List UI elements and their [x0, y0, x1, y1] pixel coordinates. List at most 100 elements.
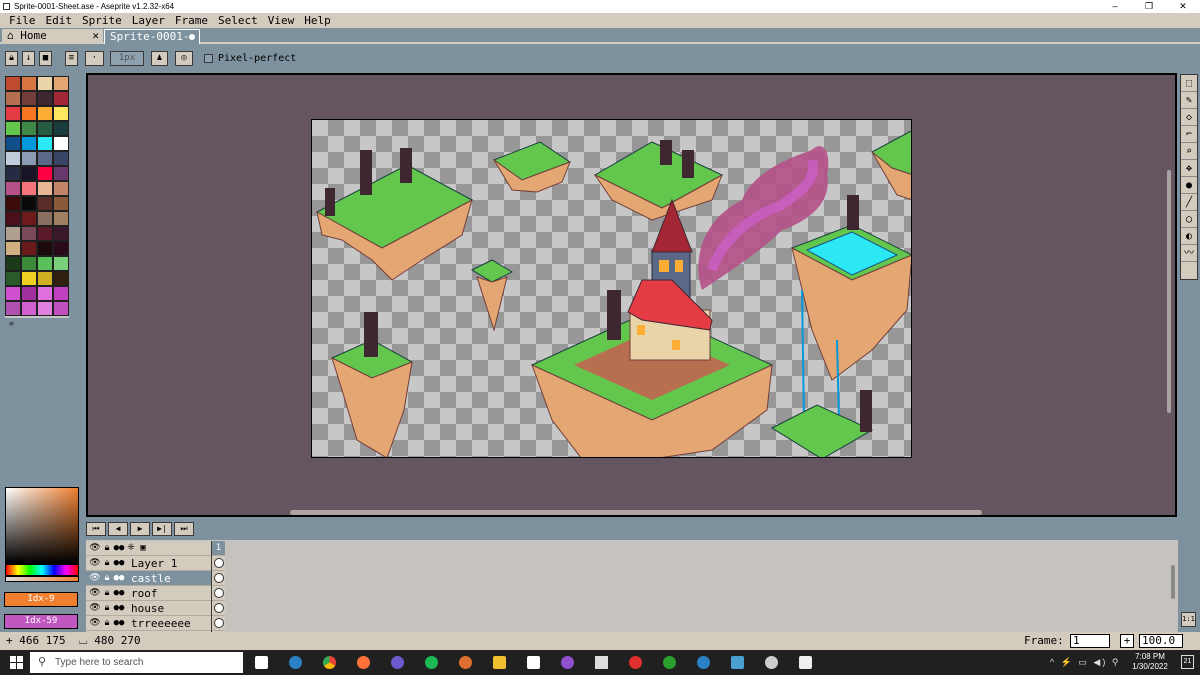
windows-start-icon[interactable] [10, 656, 23, 669]
palette-swatch[interactable] [37, 241, 53, 256]
ellipse-icon[interactable]: ◯ [1181, 211, 1197, 228]
tab-close-icon[interactable]: ✕ [92, 29, 99, 43]
menu-file[interactable]: File [4, 13, 41, 28]
square-brush-icon[interactable]: ■ [39, 51, 52, 66]
palette-swatch[interactable] [5, 196, 21, 211]
app-icon[interactable] [556, 652, 579, 673]
group-icon[interactable]: ▣ [137, 543, 149, 553]
palette-swatch[interactable] [5, 91, 21, 106]
eye-icon[interactable]: 👁︎ [89, 588, 101, 598]
palette-swatch[interactable] [5, 106, 21, 121]
palette-swatch[interactable] [37, 226, 53, 241]
bucket-icon[interactable]: ● [1181, 177, 1197, 194]
layer-row[interactable]: 👁︎ 🔒︎ ●● trreeeeee [86, 616, 211, 631]
palette-swatch[interactable] [53, 166, 69, 181]
task-view-icon[interactable] [250, 652, 273, 673]
continuous-icon[interactable]: ●● [113, 573, 125, 583]
app-icon[interactable] [726, 652, 749, 673]
palette-swatch[interactable] [21, 256, 37, 271]
palette-swatch[interactable] [37, 121, 53, 136]
cel[interactable] [212, 616, 225, 631]
palette-swatch[interactable] [53, 271, 69, 286]
color-palette[interactable] [5, 76, 69, 318]
palette-swatch[interactable] [21, 181, 37, 196]
palette-swatch[interactable] [37, 301, 53, 316]
background-color-button[interactable]: Idx-59 [4, 614, 78, 629]
xbox-icon[interactable] [658, 652, 681, 673]
palette-swatch[interactable] [53, 181, 69, 196]
continuous-icon[interactable]: ●● [113, 618, 125, 628]
palette-swatch[interactable] [37, 106, 53, 121]
first-frame-button[interactable]: ⏮ [86, 522, 106, 536]
pixel-perfect-checkbox[interactable] [204, 54, 213, 63]
palette-swatch[interactable] [21, 226, 37, 241]
palette-swatch[interactable] [53, 256, 69, 271]
palette-swatch[interactable] [5, 136, 21, 151]
eye-icon[interactable]: 👁︎ [89, 558, 101, 568]
chrome-icon[interactable] [318, 652, 341, 673]
canvas-vertical-scrollbar[interactable] [1167, 170, 1171, 413]
palette-swatch[interactable] [21, 151, 37, 166]
lock-icon[interactable]: 🔒︎ [101, 543, 113, 553]
palette-swatch[interactable] [37, 196, 53, 211]
eye-icon[interactable]: 👁︎ [89, 603, 101, 613]
menu-view[interactable]: View [263, 13, 300, 28]
cel[interactable] [212, 556, 225, 571]
palette-swatch[interactable] [53, 76, 69, 91]
timeline-scrollbar[interactable] [1171, 565, 1175, 599]
palette-swatch[interactable] [21, 301, 37, 316]
continuous-icon[interactable]: ●● [113, 603, 125, 613]
palette-swatch[interactable] [53, 211, 69, 226]
palette-swatch[interactable] [53, 91, 69, 106]
continuous-icon[interactable]: ●● [113, 558, 125, 568]
palette-swatch[interactable] [37, 166, 53, 181]
layer-row[interactable]: 👁︎ 🔒︎ ●● house [86, 601, 211, 616]
file-explorer-icon[interactable] [488, 652, 511, 673]
palette-swatch[interactable] [37, 151, 53, 166]
eye-icon[interactable]: 👁︎ [89, 618, 101, 628]
palette-swatch[interactable] [5, 271, 21, 286]
palette-swatch[interactable] [5, 181, 21, 196]
palette-swatch[interactable] [53, 121, 69, 136]
palette-swatch[interactable] [53, 196, 69, 211]
palette-swatch[interactable] [5, 151, 21, 166]
palette-swatch[interactable] [21, 211, 37, 226]
menu-edit[interactable]: Edit [41, 13, 78, 28]
opacity-icon[interactable]: ◎ [175, 51, 193, 66]
frame-header[interactable]: 1 [212, 541, 225, 556]
taskbar-search[interactable]: ⚲ Type here to search [30, 652, 243, 673]
menu-frame[interactable]: Frame [170, 13, 213, 28]
palette-swatch[interactable] [21, 286, 37, 301]
cel[interactable] [212, 601, 225, 616]
previous-frame-button[interactable]: ◀ [108, 522, 128, 536]
lock-icon[interactable]: 🔒︎ [101, 573, 113, 583]
contour-icon[interactable]: ◐ [1181, 228, 1197, 245]
sprite-canvas[interactable] [311, 119, 912, 458]
palette-swatch[interactable] [5, 241, 21, 256]
palette-swatch[interactable] [37, 271, 53, 286]
timeline-config-icon[interactable]: 1:1 [1181, 612, 1196, 627]
palette-swatch[interactable] [21, 196, 37, 211]
foreground-color-button[interactable]: Idx-9 [4, 592, 78, 607]
palette-swatch[interactable] [21, 91, 37, 106]
maximize-button[interactable]: ❐ [1132, 0, 1166, 13]
lock-icon[interactable]: 🔒︎ [5, 51, 18, 66]
app-icon[interactable] [590, 652, 613, 673]
app-icon[interactable] [454, 652, 477, 673]
palette-swatch[interactable] [53, 226, 69, 241]
palette-swatch[interactable] [21, 76, 37, 91]
menu-sprite[interactable]: Sprite [77, 13, 127, 28]
brush-type-icon[interactable]: · [85, 51, 104, 66]
layer-row-selected[interactable]: 👁︎ 🔒︎ ●● castle [86, 571, 211, 586]
palette-swatch[interactable] [37, 256, 53, 271]
palette-swatch[interactable] [5, 286, 21, 301]
palette-swatch[interactable] [53, 286, 69, 301]
app-icon[interactable] [624, 652, 647, 673]
menu-icon[interactable]: ≡ [65, 51, 78, 66]
eye-icon[interactable]: 👁︎ [89, 543, 101, 553]
spotify-icon[interactable] [420, 652, 443, 673]
minimize-button[interactable]: – [1098, 0, 1132, 13]
cel[interactable] [212, 571, 225, 586]
last-frame-button[interactable]: ⏭ [174, 522, 194, 536]
zoom-icon[interactable]: ⌕ [1181, 143, 1197, 160]
